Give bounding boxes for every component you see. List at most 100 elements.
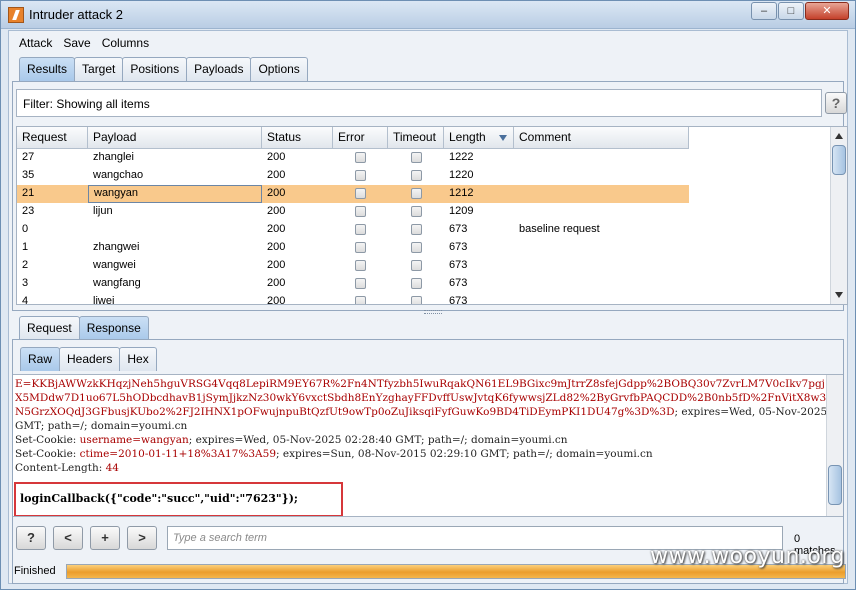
column-request[interactable]: Request — [17, 127, 88, 149]
minimize-button[interactable]: – — [751, 2, 777, 20]
timeout-checkbox[interactable] — [410, 242, 422, 253]
timeout-checkbox[interactable] — [410, 152, 422, 163]
tab-hex[interactable]: Hex — [119, 347, 157, 371]
error-checkbox[interactable] — [355, 260, 366, 271]
timeout-checkbox[interactable] — [410, 224, 422, 235]
tab-raw[interactable]: Raw — [20, 347, 61, 371]
filter-help-button[interactable]: ? — [825, 92, 847, 114]
timeout-checkbox[interactable] — [410, 260, 422, 271]
search-help-button[interactable]: ? — [16, 526, 46, 550]
tab-request[interactable]: Request — [19, 316, 80, 340]
request-response-tabs: Request Response — [19, 316, 149, 340]
response-body: loginCallback({"code":"succ","uid":"7623… — [20, 492, 298, 505]
cell-length: 673 — [449, 259, 468, 271]
timeout-checkbox[interactable] — [410, 206, 422, 217]
cell-comment — [514, 203, 689, 221]
tab-positions[interactable]: Positions — [122, 57, 188, 81]
raw-scroll-thumb[interactable] — [828, 465, 842, 505]
split-pane-handle[interactable] — [424, 310, 442, 314]
timeout-checkbox[interactable] — [410, 296, 422, 304]
search-next-button[interactable]: > — [127, 526, 157, 550]
tab-target[interactable]: Target — [74, 57, 124, 81]
cell-length: 673 — [449, 277, 468, 289]
table-row[interactable]: 21 wangyan 200 1212 — [17, 185, 689, 203]
raw-scrollbar[interactable] — [826, 375, 843, 516]
scroll-down-icon[interactable] — [835, 292, 843, 298]
table-row[interactable]: 35 wangchao 200 1220 — [17, 167, 689, 185]
cell-length: 1212 — [449, 187, 474, 199]
column-error[interactable]: Error — [333, 127, 388, 149]
table-scrollbar[interactable] — [830, 127, 847, 304]
timeout-checkbox[interactable] — [410, 278, 422, 289]
tab-payloads[interactable]: Payloads — [186, 57, 252, 81]
cookie-value: N5GrzXOQdJ3GFbusjKUbo2%2FJ2IHNX1pOFwujnp… — [15, 406, 675, 418]
table-row[interactable]: 2 wangwei 200 673 — [17, 257, 689, 275]
cell-timeout — [388, 275, 444, 293]
cell-comment — [514, 167, 689, 185]
results-panel: Filter: Showing all items ? Request Payl… — [12, 81, 848, 311]
search-prev-button[interactable]: < — [53, 526, 83, 550]
error-checkbox[interactable] — [355, 206, 366, 217]
cell-request: 4 — [22, 295, 29, 305]
maximize-button[interactable]: □ — [778, 2, 804, 20]
menu-attack[interactable]: Attack — [19, 33, 52, 53]
close-button[interactable]: ✕ — [805, 2, 849, 20]
column-comment[interactable]: Comment — [514, 127, 689, 149]
table-row[interactable]: 23 lijun 200 1209 — [17, 203, 689, 221]
cell-length: 1209 — [449, 205, 474, 217]
cell-request: 0 — [22, 223, 29, 235]
error-checkbox[interactable] — [355, 152, 366, 163]
header-name: Set-Cookie: — [15, 434, 80, 446]
menu-bar: Attack Save Columns — [9, 33, 149, 53]
scroll-thumb[interactable] — [832, 145, 846, 175]
error-checkbox[interactable] — [355, 278, 366, 289]
cell-comment — [514, 149, 689, 167]
cell-error — [333, 239, 388, 257]
cell-status: 200 — [267, 259, 286, 271]
tab-results[interactable]: Results — [19, 57, 76, 81]
search-add-button[interactable]: + — [90, 526, 120, 550]
error-checkbox[interactable] — [355, 242, 366, 253]
cell-status: 200 — [267, 277, 286, 289]
table-row[interactable]: 4 liwei 200 673 — [17, 293, 689, 305]
table-row[interactable]: 0 200 673 baseline request — [17, 221, 689, 239]
cell-error — [333, 203, 388, 221]
column-timeout[interactable]: Timeout — [388, 127, 444, 149]
cell-payload: zhanglei — [93, 151, 134, 163]
column-payload[interactable]: Payload — [88, 127, 262, 149]
column-length[interactable]: Length — [444, 127, 514, 149]
table-row[interactable]: 27 zhanglei 200 1222 — [17, 149, 689, 167]
filter-bar[interactable]: Filter: Showing all items — [16, 89, 822, 117]
column-status[interactable]: Status — [262, 127, 333, 149]
error-checkbox[interactable] — [355, 188, 366, 199]
error-checkbox[interactable] — [355, 296, 366, 304]
menu-columns[interactable]: Columns — [102, 33, 149, 53]
cell-timeout — [388, 221, 444, 239]
menu-save[interactable]: Save — [63, 33, 90, 53]
cell-comment: baseline request — [519, 223, 600, 235]
tab-options[interactable]: Options — [250, 57, 308, 81]
cookie-attrs: ; expires=Sun, 08-Nov-2015 02:29:10 GMT;… — [276, 448, 653, 460]
timeout-checkbox[interactable] — [410, 170, 422, 181]
timeout-checkbox[interactable] — [410, 188, 422, 199]
cell-status: 200 — [267, 169, 286, 181]
error-checkbox[interactable] — [355, 170, 366, 181]
error-checkbox[interactable] — [355, 224, 366, 235]
cell-payload: wangwei — [93, 259, 136, 271]
cell-status: 200 — [267, 151, 286, 163]
cell-timeout — [388, 293, 444, 304]
filter-text: Filter: Showing all items — [23, 97, 150, 111]
table-row[interactable]: 1 zhangwei 200 673 — [17, 239, 689, 257]
watermark: www.wooyun.org — [650, 544, 845, 569]
cell-comment — [514, 293, 689, 304]
cell-request: 27 — [22, 151, 35, 163]
scroll-up-icon[interactable] — [835, 133, 843, 139]
tab-headers[interactable]: Headers — [59, 347, 121, 371]
raw-response-view[interactable]: E=KKBjAWWzkKHqzjNeh5hguVRSG4Vqq8LepiRM9E… — [13, 374, 843, 517]
cell-payload: wangchao — [93, 169, 144, 181]
header-value: 44 — [105, 462, 119, 474]
tab-response[interactable]: Response — [78, 316, 149, 340]
cell-length: 1220 — [449, 169, 474, 181]
cell-comment — [514, 185, 689, 203]
table-row[interactable]: 3 wangfang 200 673 — [17, 275, 689, 293]
